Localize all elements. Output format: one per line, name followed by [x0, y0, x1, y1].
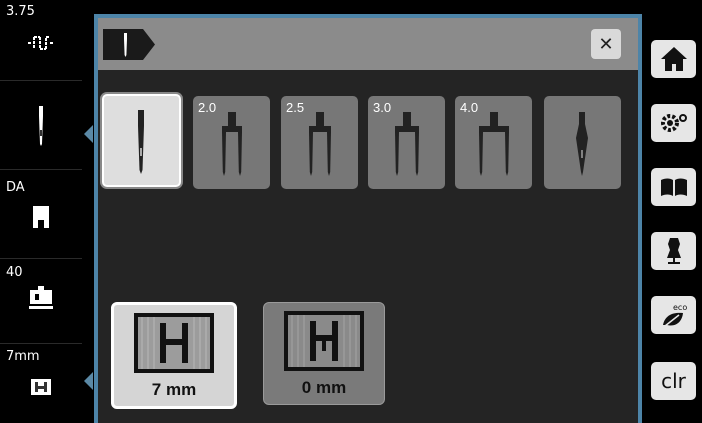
stitch-plate-option-7mm[interactable]: 7 mm: [111, 302, 237, 409]
close-button[interactable]: ✕: [591, 29, 621, 59]
straight-stitch-plate-icon: [284, 311, 364, 371]
right-toolbar: eco clr: [646, 0, 702, 423]
needle-option-twin-2-5[interactable]: 2.5: [281, 96, 358, 189]
wing-needle-icon: [576, 112, 588, 176]
needle-label: 2.5: [286, 100, 305, 115]
stitch-plate-label: 0 mm: [301, 378, 347, 397]
stitch-plate-label: 7 mm: [151, 380, 197, 399]
selection-pointer: [84, 372, 93, 390]
needle-status[interactable]: [0, 81, 82, 169]
close-icon: ✕: [598, 33, 614, 54]
needle-label: 2.0: [198, 100, 217, 115]
presser-foot-status[interactable]: DA: [0, 170, 82, 258]
presser-pressure-icon: [26, 283, 56, 313]
presser-foot-icon: [26, 202, 56, 232]
needle-icon: [26, 106, 56, 146]
clear-label: clr: [661, 369, 686, 393]
dialog-header: ✕: [98, 18, 638, 70]
needle-option-twin-2-0[interactable]: 2.0: [193, 96, 270, 189]
stitch-plate-icon: [26, 372, 56, 402]
home-button[interactable]: [651, 40, 696, 78]
twin-needle-icon: [395, 112, 419, 176]
presser-pressure-status[interactable]: 40: [0, 259, 82, 343]
single-needle-icon: [138, 110, 144, 174]
needle-option-twin-4-0[interactable]: 4.0: [455, 96, 532, 189]
stitch-plate-icon: [134, 313, 214, 373]
stitch-length-status[interactable]: 3.75: [0, 0, 82, 80]
stitch-width-status[interactable]: 7mm: [0, 344, 82, 423]
book-icon: [660, 178, 687, 196]
needle-label: 4.0: [460, 100, 479, 115]
needle-label: 3.0: [373, 100, 392, 115]
stitch-length-icon: [26, 28, 56, 58]
sewing-consultant-button[interactable]: [651, 232, 696, 270]
setup-button[interactable]: [651, 104, 696, 142]
dress-form-icon: [666, 238, 681, 264]
needle-option-wing[interactable]: [544, 96, 621, 189]
needle-tag-icon: [103, 29, 155, 60]
gear-icon: [660, 114, 687, 132]
presser-foot-value: DA: [6, 180, 25, 195]
eco-leaf-icon: eco: [662, 303, 687, 327]
twin-needle-icon: [309, 112, 331, 176]
clear-button[interactable]: clr: [651, 362, 696, 400]
home-icon: [660, 47, 687, 71]
eco-button[interactable]: eco: [651, 296, 696, 334]
tutorial-button[interactable]: [651, 168, 696, 206]
presser-pressure-value: 40: [6, 265, 23, 280]
left-status-bar: 3.75 DA 40 7mm: [0, 0, 82, 423]
stitch-plate-option-0mm[interactable]: 0 mm: [263, 302, 385, 405]
twin-needle-icon: [479, 112, 509, 176]
needle-selection-dialog: ✕ 2.0 2.5 3.0 4.0 7 mm 0 mm: [98, 18, 638, 423]
twin-needle-icon: [222, 112, 242, 176]
needle-option-single[interactable]: [102, 94, 181, 187]
needle-option-twin-3-0[interactable]: 3.0: [368, 96, 445, 189]
svg-text:eco: eco: [673, 303, 687, 312]
stitch-width-value: 7mm: [6, 349, 40, 364]
selection-pointer: [84, 125, 93, 143]
stitch-length-value: 3.75: [6, 4, 35, 19]
